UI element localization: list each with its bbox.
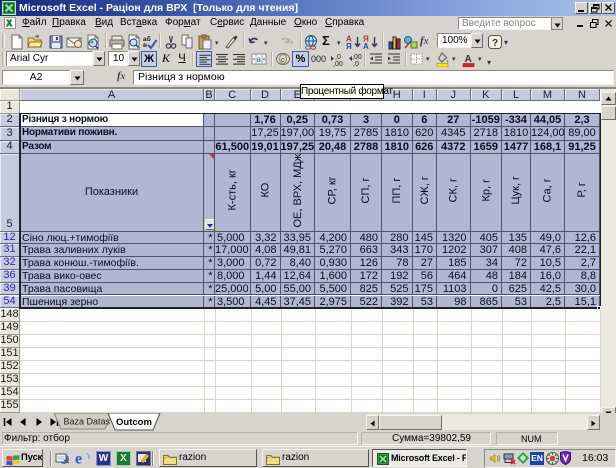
svg-text:Baza Datas: Baza Datas: [64, 417, 111, 427]
svg-text:Outcom: Outcom: [116, 417, 152, 428]
svg-text:,00: ,00: [352, 54, 362, 61]
svg-text:А: А: [363, 42, 369, 50]
svg-text:?: ?: [492, 38, 498, 49]
svg-text:в: в: [143, 42, 147, 49]
svg-text:,00: ,00: [333, 61, 343, 67]
svg-text:a: a: [257, 55, 262, 64]
svg-text:с: с: [281, 57, 285, 64]
svg-text:,0: ,0: [335, 54, 341, 61]
svg-text:Я: Я: [346, 42, 352, 50]
svg-text:e: e: [75, 451, 82, 467]
svg-text:,0: ,0: [353, 61, 359, 67]
